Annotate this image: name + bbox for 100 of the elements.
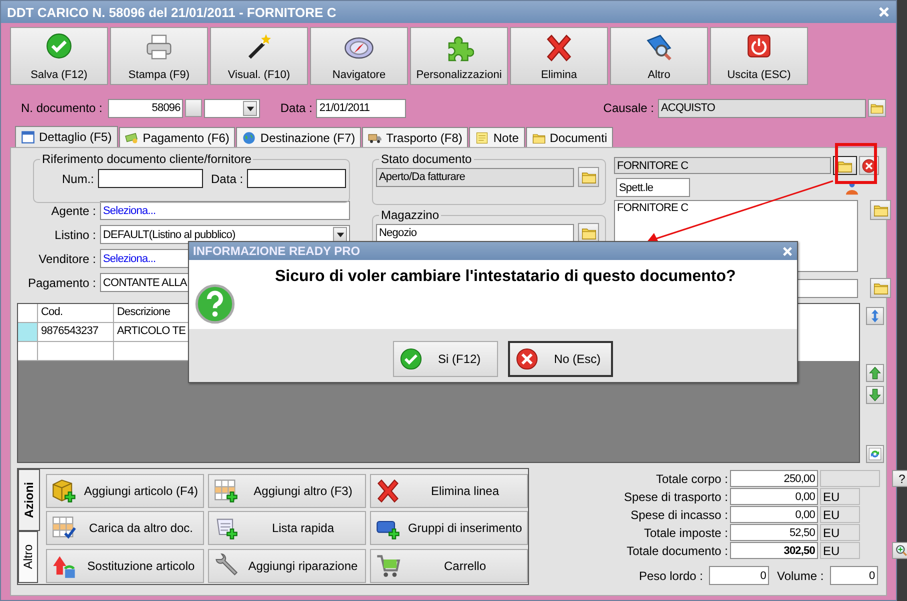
- date-field[interactable]: 21/01/2011: [316, 98, 406, 118]
- highlight-box: [835, 143, 877, 184]
- tab[interactable]: Note: [469, 127, 525, 148]
- toolbar-button[interactable]: Stampa (F9): [110, 27, 208, 85]
- toolbar-button[interactable]: Uscita (ESC): [710, 27, 808, 85]
- side-tab[interactable]: Altro: [18, 531, 38, 583]
- toolbar-button[interactable]: Personalizzazioni: [410, 27, 508, 85]
- toolbar-button[interactable]: Elimina: [510, 27, 608, 85]
- tab[interactable]: Documenti: [526, 127, 614, 148]
- refresh-button[interactable]: [866, 445, 884, 463]
- action-button[interactable]: Aggiungi riparazione: [208, 548, 366, 583]
- power-icon: [746, 33, 772, 59]
- group-title: Magazzino: [379, 208, 442, 222]
- tab[interactable]: Pagamento (F6): [118, 127, 236, 148]
- dropdown-button[interactable]: [333, 227, 347, 242]
- document-number-field[interactable]: 58096: [108, 98, 184, 118]
- close-icon: [878, 6, 890, 18]
- field-label: Data :: [280, 101, 312, 115]
- move-down-button[interactable]: [866, 386, 884, 404]
- action-button[interactable]: Gruppi di inserimento: [370, 511, 528, 546]
- total-value: 52,50: [730, 524, 818, 541]
- question-icon: [195, 284, 235, 324]
- field-label: Listino :: [54, 228, 96, 242]
- weight-field[interactable]: 0: [709, 566, 769, 585]
- action-button[interactable]: Lista rapida: [208, 511, 366, 546]
- close-icon: [516, 348, 538, 370]
- side-tab[interactable]: Azioni: [18, 469, 40, 531]
- money-icon: [124, 131, 139, 145]
- cart-icon: [375, 552, 401, 579]
- move-up-button[interactable]: [866, 364, 884, 382]
- input-field[interactable]: [247, 169, 346, 188]
- folder-icon: [870, 101, 884, 115]
- field-label: Causale :: [603, 101, 654, 115]
- move-button[interactable]: [866, 307, 884, 325]
- arrow-down-icon: [868, 388, 882, 402]
- total-label: Spese di trasporto :: [622, 490, 728, 504]
- currency-unit: EU: [820, 542, 860, 559]
- total-label: Totale corpo :: [654, 472, 728, 486]
- action-button[interactable]: Carica da altro doc.: [46, 511, 204, 546]
- cross-icon: [375, 478, 401, 504]
- total-value: 302,50: [730, 542, 818, 559]
- folder-icon: [532, 131, 546, 145]
- globe-icon: [242, 131, 256, 145]
- total-label: Spese di incasso :: [630, 508, 728, 522]
- zoom-button[interactable]: [892, 542, 907, 559]
- help-button[interactable]: ?: [892, 470, 907, 487]
- no-button[interactable]: No (Esc): [508, 341, 613, 377]
- field-label: Volume :: [777, 568, 824, 582]
- field-label: Data :: [211, 172, 244, 186]
- total-value: 0,00: [730, 488, 818, 505]
- causale-field[interactable]: ACQUISTO: [658, 98, 866, 118]
- currency-unit: EU: [820, 488, 860, 505]
- toolbar-button[interactable]: Navigatore: [310, 27, 408, 85]
- field-label: Peso lordo :: [638, 568, 703, 582]
- browse-button[interactable]: [578, 223, 599, 243]
- check-icon: [400, 348, 422, 370]
- group-title: Riferimento documento cliente/fornitore: [40, 152, 254, 166]
- cross-icon: [544, 33, 574, 63]
- field-label: N. documento :: [21, 101, 102, 115]
- action-button[interactable]: Aggiungi articolo (F4): [46, 474, 204, 508]
- note-icon: [475, 131, 490, 145]
- supplier-name-field[interactable]: FORNITORE C: [614, 157, 831, 174]
- toolbar-button[interactable]: Salva (F12): [10, 27, 108, 85]
- box-add-icon: [51, 478, 77, 504]
- action-button[interactable]: Aggiungi altro (F3): [208, 474, 366, 508]
- action-button[interactable]: Carrello: [370, 548, 528, 583]
- tab[interactable]: Dettaglio (F5): [15, 126, 118, 147]
- salutation-field[interactable]: Spett.le: [616, 178, 690, 197]
- currency-unit: EU: [820, 506, 860, 523]
- yes-button[interactable]: Si (F12): [393, 341, 498, 377]
- table-check-icon: [51, 515, 77, 542]
- empty-field: [820, 470, 880, 487]
- input-field[interactable]: [98, 169, 204, 188]
- arrow-up-icon: [868, 366, 882, 380]
- dropdown-button[interactable]: [243, 100, 258, 116]
- calendar-icon: [21, 130, 35, 144]
- printer-icon: [145, 33, 173, 61]
- select-field[interactable]: DEFAULT(Listino al pubblico): [100, 225, 350, 244]
- total-label: Totale documento :: [626, 544, 728, 558]
- table-add-icon: [213, 478, 239, 504]
- check-icon: [46, 33, 72, 59]
- volume-field[interactable]: 0: [830, 566, 878, 585]
- series-button[interactable]: [185, 99, 202, 117]
- action-button[interactable]: Sostituzione articolo: [46, 548, 204, 583]
- toolbar-button[interactable]: Visual. (F10): [210, 27, 308, 85]
- select-link-field[interactable]: Seleziona...: [100, 201, 350, 220]
- truck-icon: [368, 131, 382, 145]
- caret-icon: [246, 104, 255, 112]
- action-button[interactable]: Elimina linea: [370, 474, 528, 508]
- field-label: Pagamento :: [26, 276, 96, 290]
- field-label: Venditore :: [38, 252, 96, 266]
- status-field[interactable]: Aperto/Da fatturare: [376, 168, 574, 186]
- warehouse-field[interactable]: Negozio: [376, 224, 574, 242]
- caret-icon: [336, 230, 344, 239]
- row-indicator: [18, 342, 38, 361]
- tab[interactable]: Destinazione (F7): [236, 127, 362, 148]
- toolbar-button[interactable]: Altro: [610, 27, 708, 85]
- total-value: 250,00: [730, 470, 818, 487]
- refresh-icon: [868, 447, 882, 461]
- tab[interactable]: Trasporto (F8): [362, 127, 468, 148]
